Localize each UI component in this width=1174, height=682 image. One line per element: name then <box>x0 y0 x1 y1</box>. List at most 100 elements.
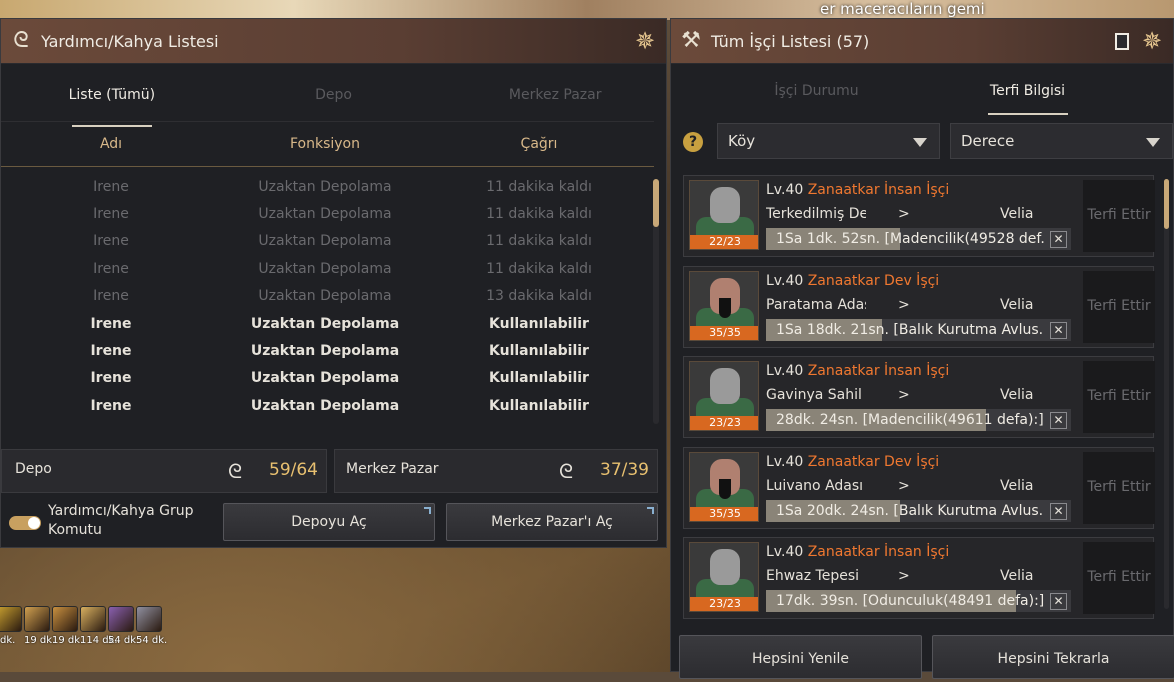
skill-slot-icon[interactable] <box>52 606 78 632</box>
worker-town: Velia <box>1000 568 1034 584</box>
assistant-icon: ᘓ <box>13 28 29 53</box>
worker-location: Ehwaz Tepesi <box>766 568 860 584</box>
panel-title: Yardımcı/Kahya Listesi <box>41 31 219 51</box>
worker-card[interactable]: 22/23 Lv.40 Zanaatkar İnsan İşçi Terkedilm… <box>683 175 1155 257</box>
worker-location: Gavinya Sahil Kı... <box>766 387 866 403</box>
repeat-all-button[interactable]: Hepsini Tekrarla <box>932 635 1174 679</box>
worker-route-arrow: > <box>898 296 910 313</box>
external-icon <box>424 507 431 514</box>
worker-type: Zanaatkar İnsan İşçi <box>807 182 950 198</box>
assistant-name: Irene <box>93 288 129 305</box>
assistant-function: Uzaktan Depolama <box>258 178 392 195</box>
worker-type: Zanaatkar Dev İşçi <box>807 272 940 289</box>
promote-button[interactable]: Terfi Ettir <box>1083 270 1155 343</box>
group-command-toggle[interactable] <box>9 516 41 530</box>
assistant-row[interactable]: Irene Uzaktan Depolama Kullanılabilir <box>1 365 651 392</box>
open-storage-button[interactable]: Depoyu Aç <box>223 503 435 541</box>
open-market-label: Merkez Pazar'ı Aç <box>491 514 613 530</box>
worker-card[interactable]: 35/35 Lv.40 Zanaatkar Dev İşçi Paratama Ad… <box>683 265 1155 348</box>
assistant-row[interactable]: Irene Uzaktan Depolama 11 dakika kaldı <box>1 228 651 255</box>
skill-slot-icon[interactable] <box>80 606 106 632</box>
assistant-call-status: 11 dakika kaldı <box>486 233 592 250</box>
column-call[interactable]: Çağrı <box>429 136 649 152</box>
assistant-scrollbar[interactable] <box>653 179 659 424</box>
worker-level: Lv.40 <box>766 363 804 379</box>
worker-card[interactable]: 23/23 Lv.40 Zanaatkar İnsan İşçi Gavinya S… <box>683 356 1155 438</box>
cancel-task-close-icon[interactable]: ✕ <box>1050 412 1067 429</box>
assistant-row[interactable]: Irene Uzaktan Depolama 11 dakika kaldı <box>1 200 651 227</box>
market-count: 37/39 <box>600 460 649 480</box>
assistant-row[interactable]: Irene Uzaktan Depolama 11 dakika kaldı <box>1 255 651 282</box>
assistant-list-header[interactable]: ᘓ Yardımcı/Kahya Listesi ✵ <box>1 19 666 64</box>
worker-task-bar: 17dk. 39sn. [Odunculuk(48491 defa):] <box>766 590 1071 612</box>
assistant-name: Irene <box>90 370 132 387</box>
assistant-scroll-thumb[interactable] <box>653 179 659 227</box>
assistant-row[interactable]: Irene Uzaktan Depolama 13 dakika kaldı <box>1 283 651 310</box>
refresh-all-button[interactable]: Hepsini Yenile <box>679 635 922 679</box>
worker-scrollbar[interactable] <box>1164 179 1169 609</box>
repeat-all-label: Hepsini Tekrarla <box>997 651 1110 667</box>
worker-list-panel: ⚒ Tüm İşçi Listesi (57) ✵ İşçi Durumu Te… <box>670 18 1174 679</box>
worker-stamina: 22/23 <box>690 235 758 249</box>
column-name[interactable]: Adı <box>1 136 221 152</box>
assistant-function: Uzaktan Depolama <box>258 233 392 250</box>
assistant-function: Uzaktan Depolama <box>258 206 392 223</box>
assistant-function: Uzaktan Depolama <box>250 370 400 387</box>
worker-card[interactable]: 23/23 Lv.40 Zanaatkar İnsan İşçi Ehwaz Tep… <box>683 537 1155 619</box>
skill-slot-icon[interactable] <box>136 606 162 632</box>
assistant-row[interactable]: Irene Uzaktan Depolama Kullanılabilir <box>1 392 651 419</box>
worker-portrait: 22/23 <box>689 180 759 250</box>
promote-button[interactable]: Terfi Ettir <box>1083 451 1155 524</box>
assistant-row[interactable]: Irene Uzaktan Depolama 11 dakika kaldı <box>1 173 651 200</box>
cancel-task-close-icon[interactable]: ✕ <box>1050 321 1067 339</box>
worker-scroll-thumb[interactable] <box>1164 179 1169 229</box>
assistant-name: Irene <box>90 343 132 360</box>
assistant-call-status: 11 dakika kaldı <box>486 206 592 223</box>
worker-task-bar: 1Sa 18dk. 21sn. [Balık Kurutma Avlus... <box>766 318 1071 341</box>
skill-slot-icon[interactable] <box>0 606 22 632</box>
promote-button[interactable]: Terfi Ettir <box>1083 180 1155 252</box>
promote-button[interactable]: Terfi Ettir <box>1083 542 1155 614</box>
group-command-label: Yardımcı/Kahya Grup Komutu <box>48 502 194 540</box>
cancel-task-close-icon[interactable]: ✕ <box>1050 593 1067 610</box>
portrait-beard <box>719 478 731 499</box>
skill-slot-icon[interactable] <box>24 606 50 632</box>
worker-list: 22/23 Lv.40 Zanaatkar İnsan İşçi Terkedilm… <box>671 19 1174 619</box>
open-market-button[interactable]: Merkez Pazar'ı Aç <box>446 503 658 541</box>
worker-route-arrow: > <box>898 568 910 584</box>
skill-cooldown-label: 54 dk. <box>136 635 168 646</box>
worker-route-arrow: > <box>898 477 910 494</box>
worker-location: Luivano Adası <box>766 477 864 494</box>
assistant-name: Irene <box>93 260 129 277</box>
market-count-box: Merkez Pazar ᘓ 37/39 <box>334 449 658 493</box>
worker-stamina: 35/35 <box>690 506 758 521</box>
promote-button[interactable]: Terfi Ettir <box>1083 361 1155 433</box>
worker-route-arrow: > <box>898 206 910 222</box>
game-world-top-strip <box>0 0 1174 20</box>
cancel-task-close-icon[interactable]: ✕ <box>1050 502 1067 520</box>
assistant-list: Irene Uzaktan Depolama 11 dakika kaldı Iren… <box>1 173 651 431</box>
assistant-row[interactable]: Irene Uzaktan Depolama Kullanılabilir <box>1 310 651 337</box>
worker-task-bar: 1Sa 1dk. 52sn. [Madencilik(49528 def... <box>766 228 1071 250</box>
assistant-function: Uzaktan Depolama <box>258 260 392 277</box>
worker-task-text: 1Sa 18dk. 21sn. [Balık Kurutma Avlus... <box>776 321 1044 338</box>
assistant-tabs: Liste (Tümü) Depo Merkez Pazar <box>1 67 666 127</box>
worker-type: Zanaatkar İnsan İşçi <box>807 544 950 560</box>
assistant-call-status: 11 dakika kaldı <box>486 260 592 277</box>
skill-cooldown-label: dk. <box>0 635 16 646</box>
flower-menu-icon[interactable]: ✵ <box>632 28 658 54</box>
worker-portrait: 23/23 <box>689 361 759 431</box>
worker-task-text: 17dk. 39sn. [Odunculuk(48491 defa):] <box>776 593 1044 609</box>
tab-list-all[interactable]: Liste (Tümü) <box>1 67 223 127</box>
worker-stamina: 23/23 <box>690 597 758 611</box>
skill-slot-icon[interactable] <box>108 606 134 632</box>
worker-level-line: Lv.40 Zanaatkar Dev İşçi <box>766 273 939 289</box>
worker-card[interactable]: 35/35 Lv.40 Zanaatkar Dev İşçi Luivano Ada… <box>683 446 1155 529</box>
assistant-row[interactable]: Irene Uzaktan Depolama Kullanılabilir <box>1 337 651 364</box>
tab-storage[interactable]: Depo <box>223 67 445 127</box>
tab-central-market[interactable]: Merkez Pazar <box>444 67 666 127</box>
toggle-knob <box>28 517 40 529</box>
column-function[interactable]: Fonksiyon <box>221 136 429 152</box>
cancel-task-close-icon[interactable]: ✕ <box>1050 231 1067 248</box>
assistant-name: Irene <box>90 315 132 332</box>
